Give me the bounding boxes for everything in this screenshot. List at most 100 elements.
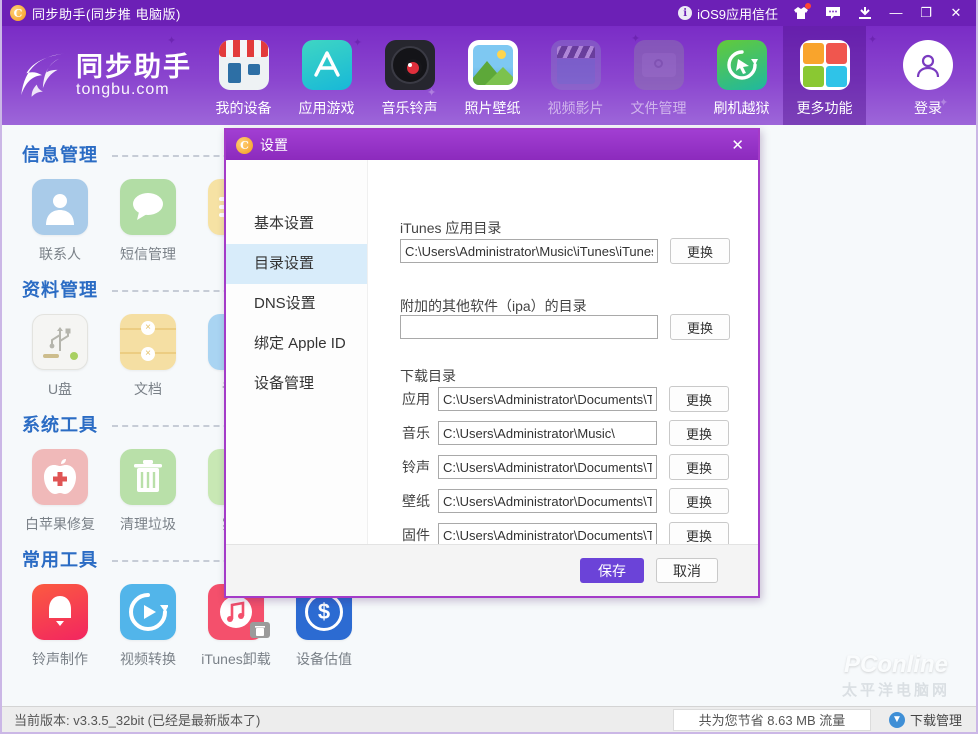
nav-item-jailbreak[interactable]: 刷机越狱 bbox=[700, 26, 783, 125]
ringtone-dir-change-button[interactable]: 更换 bbox=[669, 454, 729, 480]
ios9-trust-label: iOS9应用信任 bbox=[697, 4, 778, 23]
video-convert-icon bbox=[120, 584, 176, 640]
firmware-dir-row-label: 固件 bbox=[400, 525, 430, 545]
section-title: 系统工具 bbox=[22, 411, 98, 437]
sidebar-item-sms[interactable]: 短信管理 bbox=[118, 179, 178, 264]
nav-label: 刷机越狱 bbox=[714, 98, 770, 118]
music-dir-input[interactable] bbox=[438, 421, 657, 445]
sidebar-item-usb-disk[interactable]: U盘 bbox=[30, 314, 90, 399]
minimize-to-tray-button[interactable] bbox=[856, 5, 874, 21]
dialog-logo-icon: C bbox=[236, 137, 253, 154]
sidebar-item-contacts[interactable]: 联系人 bbox=[30, 179, 90, 264]
app-window: C 同步助手(同步推 电脑版) i iOS9应用信任 — ❐ ✕ ✦ ✦ ✦ bbox=[0, 0, 978, 734]
nav-item-photo-wallpaper[interactable]: 照片壁纸 bbox=[451, 26, 534, 125]
sidebar-item-label: U盘 bbox=[48, 379, 72, 399]
music-dir-change-button[interactable]: 更换 bbox=[669, 420, 729, 446]
ipa-dir-change-button[interactable]: 更换 bbox=[670, 314, 730, 340]
itunes-dir-input[interactable] bbox=[400, 239, 658, 263]
app-dir-row-label: 应用 bbox=[400, 389, 430, 409]
itunes-dir-change-button[interactable]: 更换 bbox=[670, 238, 730, 264]
tab-dns-settings[interactable]: DNS设置 bbox=[226, 284, 367, 324]
traffic-savings-text: 共为您节省 8.63 MB 流量 bbox=[673, 709, 871, 731]
brand-domain: tongbu.com bbox=[76, 81, 192, 99]
watermark: PConline 太平洋电脑网 bbox=[842, 651, 950, 700]
usb-icon bbox=[32, 314, 88, 370]
nav-label: 更多功能 bbox=[797, 98, 853, 118]
section-title: 信息管理 bbox=[22, 141, 98, 167]
itunes-dir-label: iTunes 应用目录 bbox=[400, 218, 501, 238]
nav-item-file-manager[interactable]: 文件管理 bbox=[617, 26, 700, 125]
chat-bubble-icon bbox=[825, 6, 841, 20]
sidebar-item-label: iTunes卸载 bbox=[201, 649, 271, 669]
minimize-button[interactable]: — bbox=[888, 5, 904, 21]
user-avatar-icon bbox=[903, 40, 953, 90]
download-manager-button[interactable]: ▼ 下载管理 bbox=[889, 710, 962, 729]
wallpaper-dir-row-label: 壁纸 bbox=[400, 491, 430, 511]
vinyl-record-icon bbox=[385, 40, 435, 90]
wallpaper-dir-input[interactable] bbox=[438, 489, 657, 513]
save-button[interactable]: 保存 bbox=[580, 558, 644, 583]
flash-jailbreak-icon bbox=[717, 40, 767, 90]
nav-item-login[interactable]: 登录 bbox=[880, 26, 976, 125]
sidebar-item-clean-junk[interactable]: 清理垃圾 bbox=[118, 449, 178, 534]
cancel-button[interactable]: 取消 bbox=[656, 558, 718, 583]
download-dir-label: 下载目录 bbox=[400, 366, 456, 386]
sidebar-item-apple-repair[interactable]: 白苹果修复 bbox=[30, 449, 90, 534]
version-text: 当前版本: v3.3.5_32bit (已经是最新版本了) bbox=[2, 710, 260, 729]
envelope-icon bbox=[634, 40, 684, 90]
maximize-button[interactable]: ❐ bbox=[918, 5, 934, 21]
theme-skin-button[interactable] bbox=[792, 5, 810, 21]
statusbar: 当前版本: v3.3.5_32bit (已经是最新版本了) 共为您节省 8.63… bbox=[2, 706, 976, 732]
sidebar-item-label: 铃声制作 bbox=[32, 649, 88, 669]
sms-bubble-icon bbox=[120, 179, 176, 235]
ipa-dir-input[interactable] bbox=[400, 315, 658, 339]
document-drawer-icon bbox=[120, 314, 176, 370]
nav-label: 登录 bbox=[914, 98, 942, 118]
watermark-sub: 太平洋电脑网 bbox=[842, 679, 950, 700]
sidebar-item-label: 设备估值 bbox=[296, 649, 352, 669]
tab-device-management[interactable]: 设备管理 bbox=[226, 364, 367, 404]
sidebar-item-label: 视频转换 bbox=[120, 649, 176, 669]
sidebar-item-video-convert[interactable]: 视频转换 bbox=[118, 584, 178, 669]
tray-arrow-icon bbox=[858, 7, 872, 20]
nav-label: 文件管理 bbox=[631, 98, 687, 118]
dialog-titlebar: C 设置 ✕ bbox=[226, 130, 758, 160]
app-logo-icon: C bbox=[10, 5, 26, 21]
wallpaper-dir-change-button[interactable]: 更换 bbox=[669, 488, 729, 514]
nav-items: 我的设备 应用游戏 音乐铃声 照片壁纸 视频影片 bbox=[202, 26, 976, 125]
tab-apple-id[interactable]: 绑定 Apple ID bbox=[226, 324, 367, 364]
tab-basic-settings[interactable]: 基本设置 bbox=[226, 204, 367, 244]
app-dir-input[interactable] bbox=[438, 387, 657, 411]
ringtone-dir-row-label: 铃声 bbox=[400, 457, 430, 477]
nav-label: 我的设备 bbox=[216, 98, 272, 118]
nav-item-more-features[interactable]: 更多功能 bbox=[783, 26, 866, 125]
appstore-icon bbox=[302, 40, 352, 90]
feedback-button[interactable] bbox=[824, 5, 842, 21]
brand-logo[interactable]: 同步助手 tongbu.com bbox=[2, 26, 202, 125]
window-title: 同步助手(同步推 电脑版) bbox=[32, 4, 181, 23]
ios9-trust-button[interactable]: i iOS9应用信任 bbox=[678, 4, 778, 23]
ringtone-dir-input[interactable] bbox=[438, 455, 657, 479]
download-manager-label: 下载管理 bbox=[910, 710, 962, 729]
dialog-content: iTunes 应用目录 更换 附加的其他软件（ipa）的目录 更换 下载目录 应… bbox=[368, 160, 758, 544]
nav-item-my-device[interactable]: 我的设备 bbox=[202, 26, 285, 125]
app-dir-change-button[interactable]: 更换 bbox=[669, 386, 729, 412]
close-button[interactable]: ✕ bbox=[948, 5, 964, 21]
nav-item-apps-games[interactable]: 应用游戏 bbox=[285, 26, 368, 125]
sidebar-item-ringtone-maker[interactable]: 铃声制作 bbox=[30, 584, 90, 669]
uninstall-badge-icon bbox=[250, 622, 270, 638]
nav-item-video[interactable]: 视频影片 bbox=[534, 26, 617, 125]
sidebar-item-documents[interactable]: 文档 bbox=[118, 314, 178, 399]
tab-directory-settings[interactable]: 目录设置 bbox=[226, 244, 367, 284]
grid-icon bbox=[800, 40, 850, 90]
photo-icon bbox=[468, 40, 518, 90]
dialog-close-icon[interactable]: ✕ bbox=[727, 136, 748, 154]
watermark-logo: PConline bbox=[842, 651, 950, 679]
nav-item-music-ringtone[interactable]: 音乐铃声 bbox=[368, 26, 451, 125]
sidebar-item-label: 短信管理 bbox=[120, 244, 176, 264]
bell-icon bbox=[32, 584, 88, 640]
clapperboard-icon bbox=[551, 40, 601, 90]
main-content: 信息管理 联系人 短信管理 bbox=[2, 125, 976, 708]
main-nav: ✦ ✦ ✦ ✦ ✦ ✦ 同步助手 tongbu.com 我的设备 bbox=[2, 26, 976, 125]
music-dir-row-label: 音乐 bbox=[400, 423, 430, 443]
